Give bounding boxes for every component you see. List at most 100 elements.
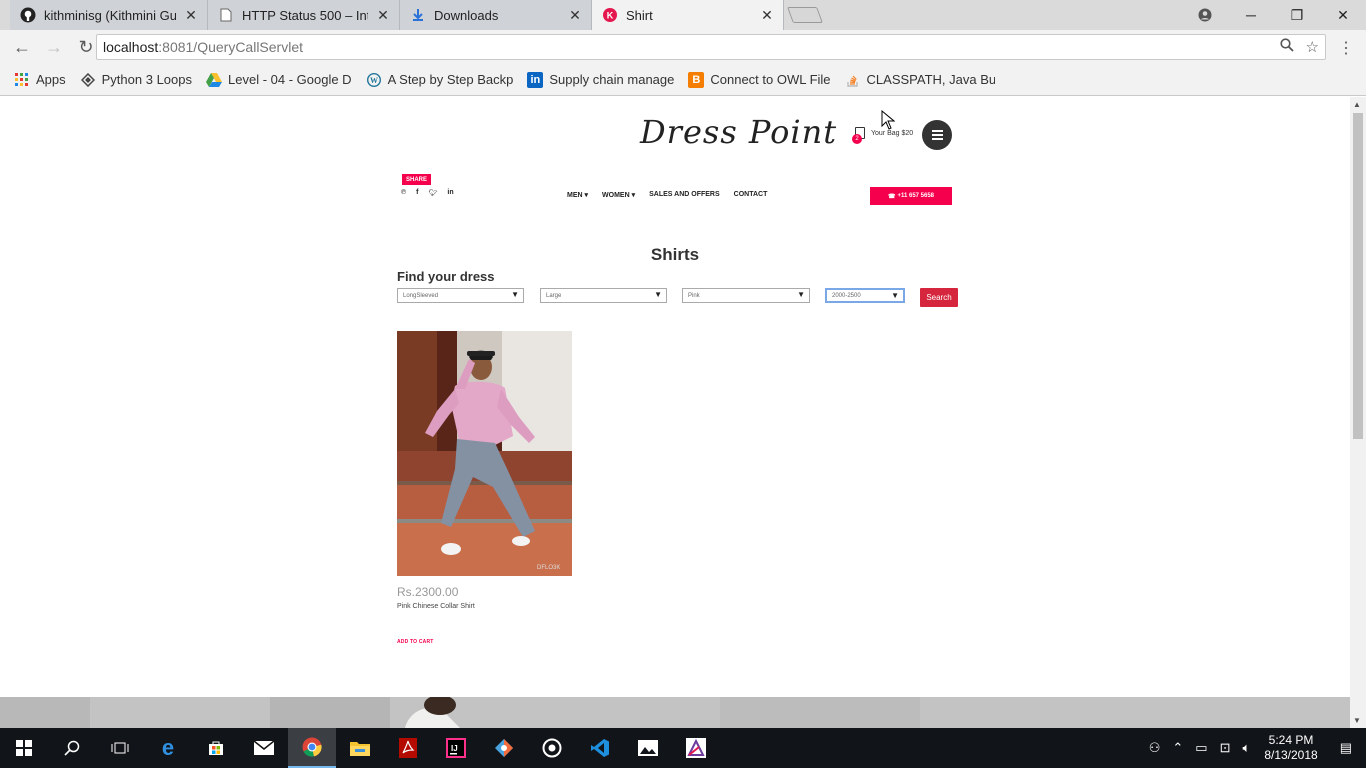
bag-icon: 2 xyxy=(852,127,865,144)
close-icon[interactable]: ✕ xyxy=(568,7,582,24)
tab-shirt[interactable]: K Shirt ✕ xyxy=(592,0,784,30)
store-icon[interactable] xyxy=(192,728,240,768)
battery-icon[interactable]: ▭ xyxy=(1195,740,1207,756)
vscode-icon[interactable] xyxy=(576,728,624,768)
chrome-icon[interactable] xyxy=(288,728,336,768)
intellij-icon[interactable]: IJ xyxy=(432,728,480,768)
forward-icon[interactable]: → xyxy=(40,33,68,61)
nav-sales[interactable]: SALES AND OFFERS xyxy=(649,191,720,199)
footer-banner-image xyxy=(0,697,1350,728)
tab-http-500[interactable]: HTTP Status 500 – Interna ✕ xyxy=(208,0,400,30)
network-icon[interactable]: ⊡ xyxy=(1220,740,1231,756)
twitter-icon[interactable]: 🐦︎ xyxy=(429,189,438,197)
back-icon[interactable]: ← xyxy=(8,33,36,61)
bag-count-badge: 2 xyxy=(852,134,862,144)
people-icon[interactable]: ⚇ xyxy=(1149,740,1161,756)
scroll-up-icon[interactable]: ▲ xyxy=(1353,100,1361,109)
dropdown-arrow-icon: ▼ xyxy=(654,290,662,299)
new-tab-button[interactable] xyxy=(787,7,823,23)
scroll-down-icon[interactable]: ▼ xyxy=(1353,716,1361,725)
linkedin-icon: in xyxy=(527,71,544,88)
media-player-icon[interactable] xyxy=(528,728,576,768)
taskbar-clock[interactable]: 5:24 PM 8/13/2018 xyxy=(1264,733,1317,763)
pinterest-icon[interactable]: ℗ xyxy=(401,189,406,197)
google-drive-icon xyxy=(206,72,222,88)
nav-women[interactable]: WOMEN ▾ xyxy=(602,191,635,199)
minimize-icon[interactable]: ─ xyxy=(1228,0,1274,30)
windows-start-icon[interactable] xyxy=(0,728,48,768)
file-explorer-icon[interactable] xyxy=(336,728,384,768)
bookmark-python[interactable]: Python 3 Loops xyxy=(80,72,192,88)
phone-button[interactable]: ☎ +11 657 5658 xyxy=(870,187,952,205)
nav-contact[interactable]: CONTACT xyxy=(734,191,768,199)
task-view-icon[interactable] xyxy=(96,728,144,768)
edge-icon[interactable]: e xyxy=(144,728,192,768)
zoom-icon[interactable] xyxy=(1279,38,1294,56)
address-host: localhost xyxy=(103,39,159,55)
blogger-icon: B xyxy=(688,71,705,88)
address-bar[interactable]: localhost:8081/QueryCallServlet ☆ xyxy=(96,34,1326,60)
sleeve-value: LongSleeved xyxy=(403,292,439,299)
close-icon[interactable]: ✕ xyxy=(760,7,774,24)
python-icon xyxy=(80,72,96,88)
size-select[interactable]: Large ▼ xyxy=(540,288,667,303)
windows-taskbar: e IJ ⚇ ⌃ ▭ ⊡ 🔈︎ 5:24 PM 8/13/2018 ▤ xyxy=(0,728,1366,768)
tab-downloads[interactable]: Downloads ✕ xyxy=(400,0,592,30)
sleeve-select[interactable]: LongSleeved ▼ xyxy=(397,288,524,303)
photos-icon[interactable] xyxy=(624,728,672,768)
facebook-icon[interactable]: f xyxy=(416,189,418,197)
search-button[interactable]: Search xyxy=(920,288,958,307)
bookmark-label: Connect to OWL File xyxy=(710,72,831,87)
nav-women-label: WOMEN xyxy=(602,192,630,199)
mouse-cursor-icon xyxy=(881,110,895,130)
git-tool-icon[interactable] xyxy=(480,728,528,768)
apps-grid-icon xyxy=(14,72,30,88)
main-nav: MEN ▾ WOMEN ▾ SALES AND OFFERS CONTACT xyxy=(567,191,767,199)
download-icon xyxy=(410,7,426,23)
nav-men[interactable]: MEN ▾ xyxy=(567,191,588,199)
find-dress-title: Find your dress xyxy=(397,269,495,284)
mail-icon[interactable] xyxy=(240,728,288,768)
bookmark-label: Supply chain manage xyxy=(549,72,675,87)
restore-icon[interactable]: ❐ xyxy=(1274,0,1320,30)
product-name[interactable]: Pink Chinese Collar Shirt xyxy=(397,603,475,610)
color-select[interactable]: Pink ▼ xyxy=(682,288,810,303)
site-logo[interactable]: Dress Point xyxy=(640,113,837,151)
eclipse-tool-icon[interactable] xyxy=(672,728,720,768)
close-icon[interactable]: ✕ xyxy=(376,7,390,24)
bookmark-google-drive[interactable]: Level - 04 - Google D xyxy=(206,72,352,88)
wordpress-icon: W xyxy=(366,72,382,88)
scroll-thumb[interactable] xyxy=(1353,113,1363,439)
bookmark-apps[interactable]: Apps xyxy=(14,72,66,88)
volume-icon[interactable]: 🔈︎ xyxy=(1243,740,1251,756)
menu-icon[interactable] xyxy=(922,120,952,150)
browser-menu-icon[interactable]: ⋮ xyxy=(1338,38,1354,58)
clock-date: 8/13/2018 xyxy=(1264,748,1318,762)
page-scrollbar[interactable]: ▲ ▼ xyxy=(1350,97,1366,728)
acrobat-icon[interactable] xyxy=(384,728,432,768)
tab-title: Downloads xyxy=(434,7,499,23)
bookmark-linkedin[interactable]: in Supply chain manage xyxy=(527,71,675,88)
chevron-up-icon[interactable]: ⌃ xyxy=(1172,740,1183,756)
social-links: ℗ f 🐦︎ in xyxy=(401,189,454,197)
notifications-icon[interactable]: ▤ xyxy=(1340,740,1352,756)
add-to-cart-link[interactable]: ADD TO CART xyxy=(397,639,434,645)
bookmark-star-icon[interactable]: ☆ xyxy=(1306,38,1319,56)
github-icon xyxy=(20,7,36,23)
linkedin-social-icon[interactable]: in xyxy=(447,189,453,197)
bookmark-stackoverflow[interactable]: CLASSPATH, Java Buil xyxy=(845,72,995,88)
caret-down-icon: ▾ xyxy=(584,192,589,199)
page-title: Shirts xyxy=(650,245,700,264)
nav-men-label: MEN xyxy=(567,192,583,199)
bookmark-blogger[interactable]: B Connect to OWL File xyxy=(688,71,831,88)
profile-icon[interactable] xyxy=(1182,0,1228,30)
search-icon[interactable] xyxy=(48,728,96,768)
price-value: 2000-2500 xyxy=(832,292,861,299)
close-window-icon[interactable]: ✕ xyxy=(1320,0,1366,30)
product-image[interactable]: DFLO3K xyxy=(397,331,572,576)
tab-github[interactable]: kithminisg (Kithmini Gun… ✕ xyxy=(10,0,208,30)
address-path: :8081/QueryCallServlet xyxy=(158,39,304,55)
price-select[interactable]: 2000-2500 ▼ xyxy=(825,288,905,303)
bookmark-wordpress[interactable]: W A Step by Step Backp xyxy=(366,72,513,88)
close-icon[interactable]: ✕ xyxy=(184,7,198,24)
